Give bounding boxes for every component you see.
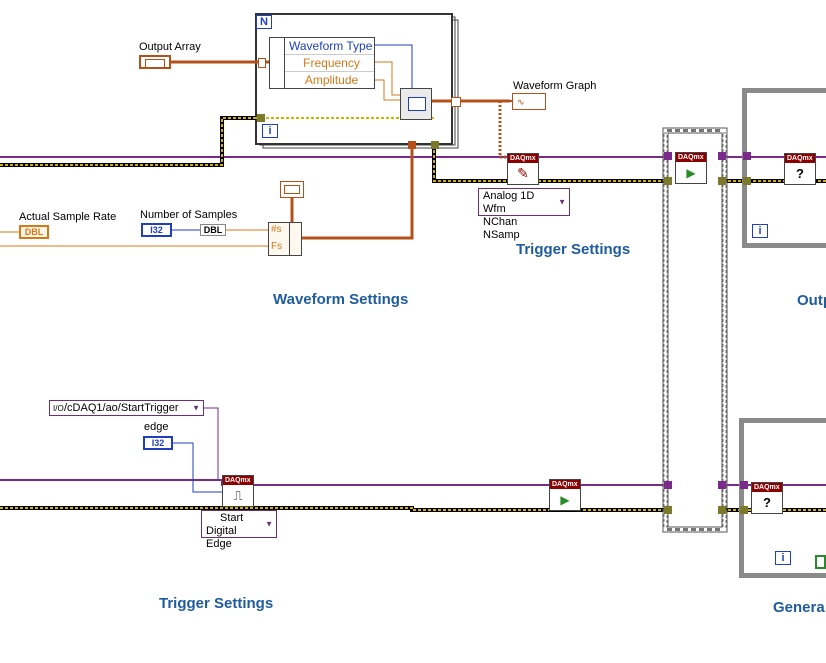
to-double-conversion[interactable]: DBL bbox=[200, 224, 226, 236]
output-loop-error-tunnel[interactable] bbox=[743, 177, 751, 185]
output-array-label: Output Array bbox=[139, 41, 201, 53]
waveform-icon: ∿ bbox=[517, 97, 525, 107]
dropdown-arrow-icon: ▼ bbox=[192, 403, 200, 413]
error-tunnel[interactable] bbox=[431, 141, 439, 149]
daqmx-header: DAQmx bbox=[676, 153, 706, 162]
daqmx-start-task-top[interactable]: DAQmx ▶ bbox=[675, 152, 707, 184]
bundle-output bbox=[289, 223, 302, 255]
daqmx-is-task-done-top[interactable]: DAQmx ? bbox=[784, 153, 816, 185]
comment-trigger-settings-top: Trigger Settings bbox=[516, 241, 631, 258]
trigger-type-line-1: Start bbox=[220, 512, 244, 524]
auto-index-tunnel[interactable] bbox=[258, 58, 266, 68]
play-icon: ▶ bbox=[686, 165, 696, 180]
daqmx-header: DAQmx bbox=[785, 154, 815, 163]
daqmx-header: DAQmx bbox=[508, 154, 538, 163]
comment-trigger-settings-bottom: Trigger Settings bbox=[159, 595, 274, 612]
waveform-timing-bundle[interactable]: #s Fs bbox=[268, 222, 302, 256]
trigger-type-line-2: Digital Edge bbox=[206, 525, 237, 550]
daqmx-header: DAQmx bbox=[550, 480, 580, 489]
actual-sample-rate-indicator[interactable]: DBL bbox=[19, 225, 49, 239]
daqmx-write[interactable]: DAQmx ✎ bbox=[507, 153, 539, 185]
cluster-field-waveform-type[interactable]: Waveform Type bbox=[285, 38, 374, 55]
daqmx-header: DAQmx bbox=[752, 483, 782, 492]
output-array-control[interactable] bbox=[139, 55, 171, 69]
error-in-tunnel[interactable] bbox=[257, 114, 265, 122]
write-polymorphic-selector[interactable]: Analog 1D Wfm NChan NSamp ▼ bbox=[478, 188, 570, 241]
daqmx-is-task-done-bottom[interactable]: DAQmx ? bbox=[751, 482, 783, 514]
digital-edge-icon: ⎍ bbox=[233, 487, 243, 503]
edge-label: edge bbox=[144, 421, 169, 433]
output-loop-iteration-terminal: i bbox=[752, 224, 768, 238]
stop-button-terminal[interactable] bbox=[815, 555, 826, 569]
actual-sample-rate-label: Actual Sample Rate bbox=[19, 211, 117, 223]
waveform-constant[interactable] bbox=[280, 181, 304, 198]
sample-rate-field: Fs bbox=[271, 241, 283, 252]
seq-error-tunnel-top-right[interactable] bbox=[718, 177, 726, 185]
basic-function-generator[interactable] bbox=[400, 88, 432, 120]
generation-loop-iteration-terminal: i bbox=[775, 551, 791, 565]
unbundle-by-name[interactable]: Waveform Type Frequency Amplitude bbox=[269, 37, 375, 89]
seq-error-tunnel-top-left[interactable] bbox=[664, 177, 672, 185]
waveform-generator-icon bbox=[408, 97, 426, 111]
seq-error-tunnel-bottom-left[interactable] bbox=[664, 506, 672, 514]
dropdown-arrow-icon: ▼ bbox=[558, 197, 566, 207]
unbundle-input bbox=[270, 38, 285, 88]
waveform-tunnel[interactable] bbox=[408, 141, 416, 149]
question-icon: ? bbox=[796, 166, 804, 181]
seq-task-tunnel-bottom-left[interactable] bbox=[664, 481, 672, 489]
edge-control[interactable]: I32 bbox=[143, 436, 173, 450]
waveform-graph-label: Waveform Graph bbox=[513, 80, 597, 92]
waveform-array-icon bbox=[145, 59, 165, 68]
number-of-samples-label: Number of Samples bbox=[140, 209, 238, 221]
output-loop-task-tunnel[interactable] bbox=[743, 152, 751, 160]
number-of-samples-control[interactable]: I32 bbox=[141, 223, 172, 237]
trigger-source-constant[interactable]: I/O /cDAQ1/ao/StartTrigger ▼ bbox=[49, 400, 204, 416]
output-index-tunnel[interactable] bbox=[451, 97, 461, 107]
question-icon: ? bbox=[763, 495, 771, 510]
seq-task-tunnel-bottom-right[interactable] bbox=[718, 481, 726, 489]
seq-task-tunnel-top-right[interactable] bbox=[718, 152, 726, 160]
pencil-icon: ✎ bbox=[517, 165, 529, 181]
loop-iteration-terminal: i bbox=[262, 124, 278, 138]
loop-count-terminal[interactable]: N bbox=[256, 15, 272, 29]
write-type-line-1: Analog 1D Wfm bbox=[483, 190, 535, 215]
trigger-source-value: /cDAQ1/ao/StartTrigger bbox=[64, 402, 179, 414]
generation-loop-error-tunnel[interactable] bbox=[740, 506, 748, 514]
generation-loop-task-tunnel[interactable] bbox=[740, 481, 748, 489]
daqmx-trigger[interactable]: DAQmx ⎍ bbox=[222, 475, 254, 507]
seq-error-tunnel-bottom-right[interactable] bbox=[718, 506, 726, 514]
waveform-constant-icon bbox=[284, 185, 300, 194]
trigger-polymorphic-selector[interactable]: Start Digital Edge ▼ bbox=[201, 510, 277, 550]
comment-output-cut: Outp bbox=[797, 292, 826, 309]
daqmx-header: DAQmx bbox=[223, 476, 253, 485]
daqmx-start-task-bottom[interactable]: DAQmx ▶ bbox=[549, 479, 581, 511]
seq-task-tunnel-top-left[interactable] bbox=[664, 152, 672, 160]
play-icon: ▶ bbox=[560, 492, 570, 507]
num-samples-field: #s bbox=[271, 224, 282, 235]
io-prefix-icon: I/O bbox=[53, 404, 64, 413]
comment-generation-cut: Genera bbox=[773, 599, 825, 616]
cluster-field-frequency[interactable]: Frequency bbox=[285, 55, 374, 72]
write-type-line-2: NChan NSamp bbox=[483, 216, 520, 241]
cluster-field-amplitude[interactable]: Amplitude bbox=[285, 72, 374, 88]
comment-waveform-settings: Waveform Settings bbox=[273, 291, 409, 308]
waveform-graph-indicator[interactable]: ∿ bbox=[512, 93, 546, 110]
dropdown-arrow-icon: ▼ bbox=[265, 519, 273, 529]
